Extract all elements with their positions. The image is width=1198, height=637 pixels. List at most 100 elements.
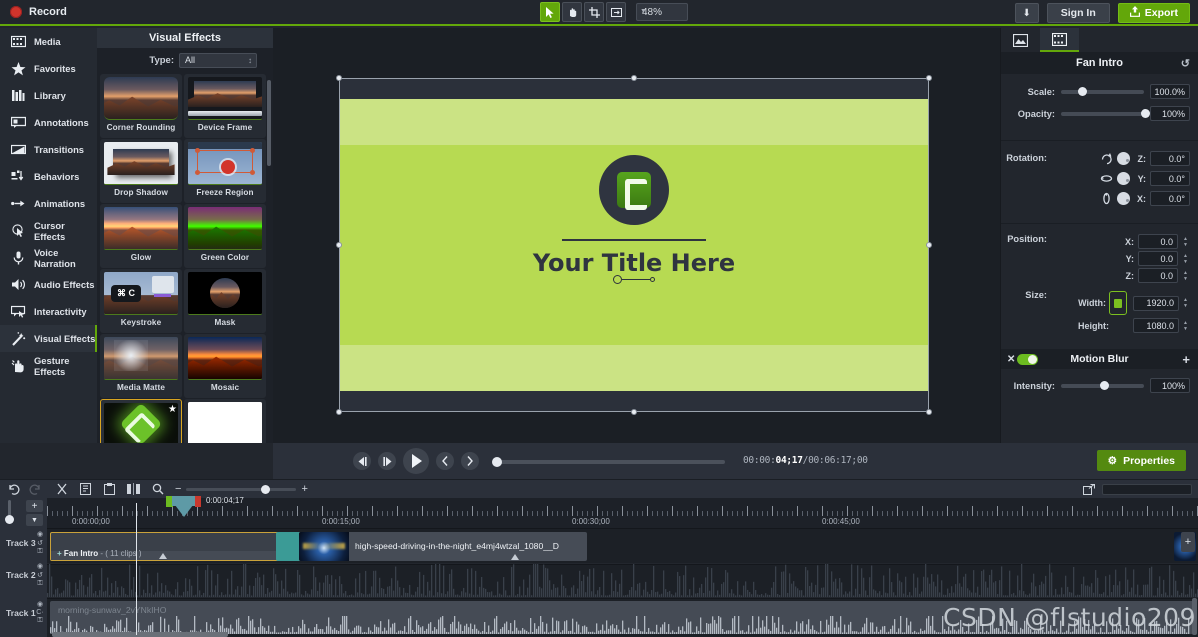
track-label[interactable]: Track 1 bbox=[6, 608, 36, 618]
track-visibility-icon[interactable]: ◉ bbox=[37, 530, 43, 538]
add-effect-icon[interactable]: + bbox=[1182, 352, 1190, 367]
intensity-knob[interactable] bbox=[1100, 381, 1109, 390]
width-stepper[interactable]: ▲▼ bbox=[1183, 296, 1190, 311]
handle-bc[interactable] bbox=[631, 409, 637, 415]
timeline-search-input[interactable] bbox=[1102, 484, 1192, 495]
detach-icon[interactable] bbox=[1081, 482, 1096, 497]
track-lock-icon[interactable]: ⚿ bbox=[37, 617, 42, 625]
rotation-dial[interactable] bbox=[1117, 172, 1130, 185]
hand-tool[interactable] bbox=[562, 2, 582, 22]
position-stepper[interactable]: ▲▼ bbox=[1183, 268, 1190, 283]
step-back-button[interactable] bbox=[436, 452, 454, 470]
sidebar-item-annotations[interactable]: Annotations bbox=[0, 109, 97, 136]
timeline-horizontal-scrollbar[interactable] bbox=[52, 632, 228, 637]
effect-card-glow[interactable]: Glow bbox=[100, 204, 182, 268]
scale-value-box[interactable]: 100.0% bbox=[1150, 84, 1190, 99]
video-properties-tab[interactable] bbox=[1040, 28, 1079, 52]
track-loop-icon[interactable]: ↺ bbox=[37, 571, 43, 579]
export-button[interactable]: Export bbox=[1118, 3, 1190, 23]
intensity-value-box[interactable]: 100% bbox=[1150, 378, 1190, 393]
aspect-lock-icon[interactable] bbox=[1109, 291, 1127, 315]
position-stepper[interactable]: ▲▼ bbox=[1183, 251, 1190, 266]
play-button[interactable] bbox=[403, 448, 429, 474]
seek-knob[interactable] bbox=[492, 457, 502, 467]
rotation-dial[interactable] bbox=[1117, 192, 1130, 205]
width-value-box[interactable]: 1920.0 bbox=[1133, 296, 1179, 311]
sidebar-item-voice-narration[interactable]: Voice Narration bbox=[0, 244, 97, 271]
fit-screen-tool[interactable] bbox=[606, 2, 626, 22]
undo-icon[interactable] bbox=[6, 482, 21, 497]
effect-card-media-matte[interactable]: Media Matte bbox=[100, 334, 182, 398]
effect-card-outline-edges[interactable]: Outline Edges bbox=[184, 399, 266, 443]
position-value-box[interactable]: 0.0 bbox=[1138, 268, 1178, 283]
reset-icon[interactable]: ↺ bbox=[1181, 57, 1190, 70]
effect-card-drop-shadow[interactable]: Drop Shadow bbox=[100, 139, 182, 203]
track-lock-icon[interactable]: ⚿ bbox=[37, 580, 42, 588]
track-options-chevron-icon[interactable]: ▼ bbox=[26, 514, 43, 526]
handle-tr[interactable] bbox=[926, 75, 932, 81]
track-visibility-icon[interactable]: ◉ bbox=[37, 600, 43, 608]
sidebar-item-interactivity[interactable]: Interactivity bbox=[0, 298, 97, 325]
track-label[interactable]: Track 3 bbox=[6, 538, 36, 548]
track-row-3[interactable]: + Fan Intro - ( 11 clips ) high-speed-dr… bbox=[47, 528, 1198, 563]
chevron-down-icon[interactable]: ▼ bbox=[640, 8, 647, 15]
rotation-value-box[interactable]: 0.0° bbox=[1150, 151, 1190, 166]
timeline-zoom-knob[interactable] bbox=[261, 485, 270, 494]
zoom-out-icon[interactable]: − bbox=[175, 483, 181, 495]
crop-tool[interactable] bbox=[584, 2, 604, 22]
rotation-value-box[interactable]: 0.0° bbox=[1150, 191, 1190, 206]
canvas-area[interactable]: Your Title Here bbox=[273, 28, 1000, 443]
rotate-z-icon[interactable] bbox=[1100, 152, 1113, 165]
select-tool[interactable] bbox=[540, 2, 560, 22]
track-lock-icon[interactable]: ⚿ bbox=[37, 548, 42, 556]
track-visibility-icon[interactable]: ◉ bbox=[37, 562, 43, 570]
sidebar-item-animations[interactable]: Animations bbox=[0, 190, 97, 217]
sign-in-button[interactable]: Sign In bbox=[1047, 3, 1110, 23]
effect-card-keystroke[interactable]: ⌘ CKeystroke bbox=[100, 269, 182, 333]
opacity-knob[interactable] bbox=[1141, 109, 1150, 118]
sidebar-item-media[interactable]: Media bbox=[0, 28, 97, 55]
handle-ml[interactable] bbox=[336, 242, 342, 248]
zoom-icon[interactable] bbox=[150, 482, 165, 497]
step-forward-button[interactable] bbox=[461, 452, 479, 470]
out-marker[interactable] bbox=[195, 496, 201, 507]
effects-scrollbar[interactable] bbox=[267, 80, 271, 166]
video-clip[interactable]: high-speed-driving-in-the-night_e4mj4wtz… bbox=[299, 532, 587, 561]
track-loop-icon[interactable]: ↺ bbox=[37, 539, 43, 547]
sidebar-item-library[interactable]: Library bbox=[0, 82, 97, 109]
group-clip[interactable]: + Fan Intro - ( 11 clips ) bbox=[50, 532, 282, 561]
effect-card-mask[interactable]: Mask bbox=[184, 269, 266, 333]
previous-frame-button[interactable] bbox=[353, 452, 371, 470]
scale-slider[interactable] bbox=[1061, 90, 1144, 94]
handle-br[interactable] bbox=[926, 409, 932, 415]
media-properties-tab[interactable] bbox=[1001, 28, 1040, 52]
cut-icon[interactable] bbox=[54, 482, 69, 497]
download-button[interactable]: ⬇ bbox=[1015, 3, 1039, 23]
properties-button[interactable]: ⚙ Properties bbox=[1097, 450, 1186, 471]
intensity-slider[interactable] bbox=[1061, 384, 1144, 388]
sidebar-item-gesture-effects[interactable]: Gesture Effects bbox=[0, 352, 97, 379]
timeline-zoom-slider[interactable] bbox=[186, 488, 296, 491]
sidebar-item-visual-effects[interactable]: Visual Effects bbox=[0, 325, 97, 352]
effect-card-freeze-region[interactable]: Freeze Region bbox=[184, 139, 266, 203]
scale-knob[interactable] bbox=[1078, 87, 1087, 96]
rotate-y-icon[interactable] bbox=[1100, 172, 1113, 185]
copy-icon[interactable] bbox=[78, 482, 93, 497]
favorite-star-icon[interactable]: ★ bbox=[168, 404, 177, 415]
handle-mr[interactable] bbox=[926, 242, 932, 248]
handle-bl[interactable] bbox=[336, 409, 342, 415]
video-fade-handle[interactable] bbox=[511, 554, 519, 560]
track-height-slider[interactable] bbox=[8, 500, 11, 522]
effect-card-motion-blur[interactable]: ★Motion Blur bbox=[100, 399, 182, 443]
type-filter-select[interactable]: All bbox=[179, 53, 257, 68]
position-stepper[interactable]: ▲▼ bbox=[1183, 234, 1190, 249]
sidebar-item-audio-effects[interactable]: Audio Effects bbox=[0, 271, 97, 298]
position-value-box[interactable]: 0.0 bbox=[1138, 234, 1178, 249]
effect-card-device-frame[interactable]: Device Frame bbox=[184, 74, 266, 138]
next-frame-button[interactable] bbox=[378, 452, 396, 470]
seek-bar[interactable] bbox=[495, 460, 725, 464]
handle-tc[interactable] bbox=[631, 75, 637, 81]
sidebar-item-behaviors[interactable]: Behaviors bbox=[0, 163, 97, 190]
zoom-in-icon[interactable]: + bbox=[301, 483, 307, 495]
sidebar-item-transitions[interactable]: Transitions bbox=[0, 136, 97, 163]
